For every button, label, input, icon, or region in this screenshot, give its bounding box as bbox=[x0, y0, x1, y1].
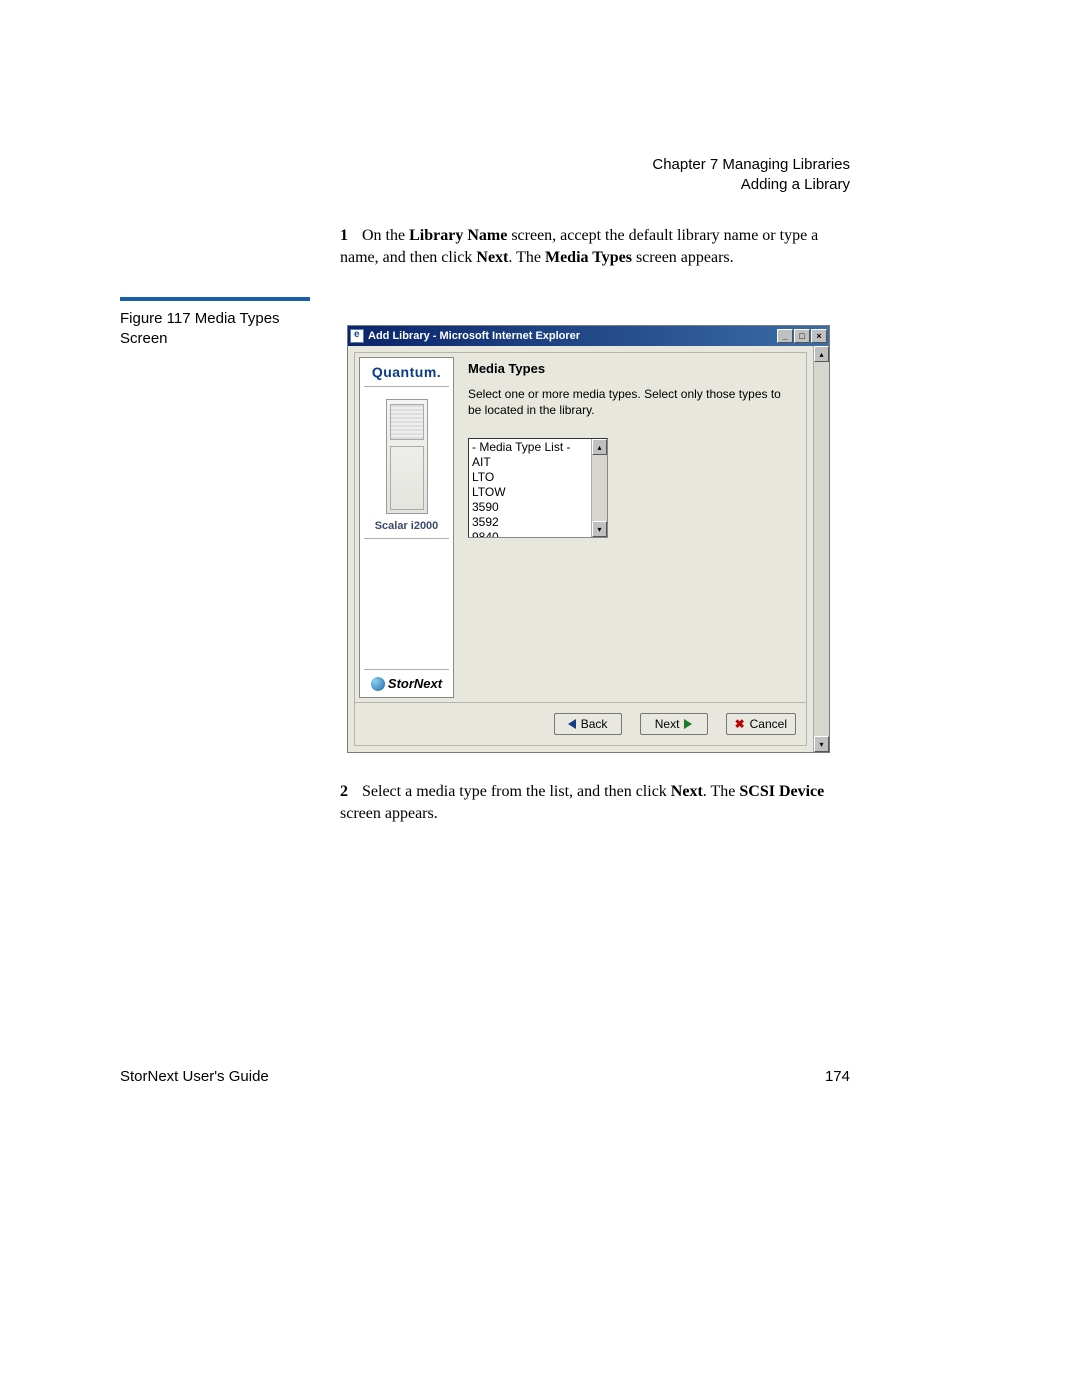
globe-icon bbox=[371, 677, 385, 691]
quantum-logo: Quantum. bbox=[372, 364, 441, 380]
next-button[interactable]: Next bbox=[640, 713, 708, 735]
step-1-text: 1 On the Library Name screen, accept the… bbox=[340, 225, 860, 270]
footer-page-number: 174 bbox=[825, 1068, 850, 1085]
cancel-x-icon: ✖ bbox=[735, 717, 745, 731]
scalar-label: Scalar i2000 bbox=[375, 520, 439, 532]
step-1-number: 1 bbox=[340, 225, 358, 247]
wizard-sidebar: Quantum. Scalar i2000 StorNext bbox=[359, 357, 454, 698]
close-button[interactable]: × bbox=[811, 329, 827, 343]
scroll-down-icon[interactable]: ▾ bbox=[814, 736, 829, 752]
wizard-area: Quantum. Scalar i2000 StorNext Media Typ… bbox=[348, 346, 813, 752]
media-type-listbox[interactable]: - Media Type List - AIT LTO LTOW 3590 35… bbox=[468, 438, 608, 538]
stornext-logo: StorNext bbox=[371, 676, 442, 691]
window-titlebar[interactable]: Add Library - Microsoft Internet Explore… bbox=[348, 326, 829, 346]
list-scroll-up-icon[interactable]: ▴ bbox=[592, 439, 607, 455]
add-library-window: Add Library - Microsoft Internet Explore… bbox=[347, 325, 830, 753]
footer-guide-title: StorNext User's Guide bbox=[120, 1068, 269, 1085]
ie-icon bbox=[350, 329, 364, 343]
minimize-button[interactable]: _ bbox=[777, 329, 793, 343]
window-title: Add Library - Microsoft Internet Explore… bbox=[368, 330, 580, 342]
maximize-button[interactable]: □ bbox=[794, 329, 810, 343]
back-button[interactable]: Back bbox=[554, 713, 622, 735]
figure-caption: Figure 117 Media Types Screen bbox=[120, 309, 310, 350]
list-item[interactable]: 3590 bbox=[472, 500, 588, 515]
list-item[interactable]: 3592 bbox=[472, 515, 588, 530]
step-2-number: 2 bbox=[340, 781, 358, 803]
list-item[interactable]: LTO bbox=[472, 470, 588, 485]
library-illustration bbox=[386, 399, 428, 514]
figure-caption-rule bbox=[120, 297, 310, 301]
wizard-footer: Back Next ✖ Cancel bbox=[354, 702, 807, 746]
wizard-main: Media Types Select one or more media typ… bbox=[458, 353, 806, 702]
list-item[interactable]: LTOW bbox=[472, 485, 588, 500]
list-header[interactable]: - Media Type List - bbox=[472, 440, 588, 455]
cancel-button[interactable]: ✖ Cancel bbox=[726, 713, 796, 735]
section-label: Adding a Library bbox=[652, 175, 850, 195]
chapter-label: Chapter 7 Managing Libraries bbox=[652, 155, 850, 175]
list-item[interactable]: AIT bbox=[472, 455, 588, 470]
wizard-description: Select one or more media types. Select o… bbox=[468, 386, 796, 418]
list-item[interactable]: 9840 bbox=[472, 530, 588, 537]
list-scroll-down-icon[interactable]: ▾ bbox=[592, 521, 607, 537]
listbox-scrollbar[interactable]: ▴ ▾ bbox=[591, 439, 607, 537]
step-2-text: 2 Select a media type from the list, and… bbox=[340, 781, 840, 826]
back-arrow-icon bbox=[568, 719, 576, 729]
next-arrow-icon bbox=[684, 719, 692, 729]
wizard-heading: Media Types bbox=[468, 361, 796, 376]
ie-scrollbar[interactable]: ▴ ▾ bbox=[813, 346, 829, 752]
scroll-up-icon[interactable]: ▴ bbox=[814, 346, 829, 362]
page-header: Chapter 7 Managing Libraries Adding a Li… bbox=[652, 155, 850, 196]
